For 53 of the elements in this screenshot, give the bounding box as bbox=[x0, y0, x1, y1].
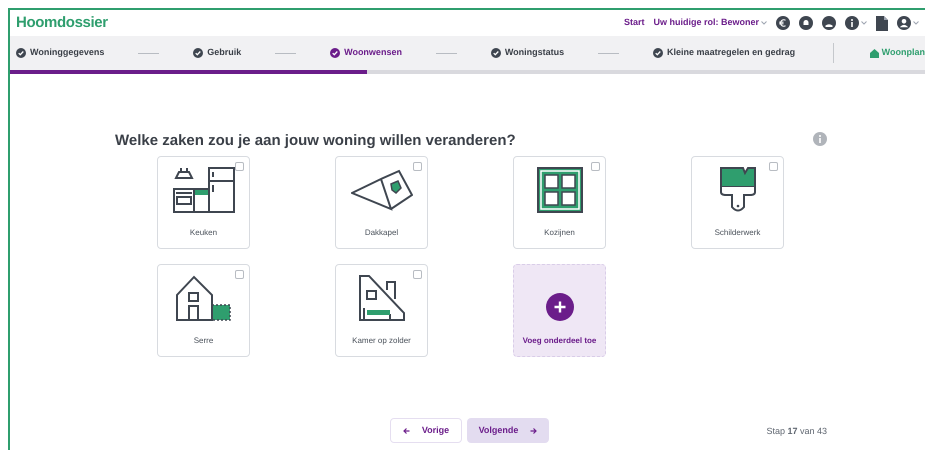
option-card[interactable]: Serre bbox=[157, 264, 250, 357]
option-card[interactable]: Schilderwerk bbox=[691, 156, 784, 249]
option-label: Kamer op zolder bbox=[352, 335, 411, 347]
caret-icon bbox=[861, 21, 867, 25]
euro-icon[interactable] bbox=[776, 16, 790, 30]
kitchen-icon bbox=[172, 167, 234, 213]
step-counter: Stap 17 van 43 bbox=[766, 425, 827, 438]
check-icon bbox=[330, 48, 340, 58]
option-label: Keuken bbox=[190, 227, 218, 239]
step-tab[interactable]: Gebruik bbox=[207, 46, 242, 60]
caret-icon bbox=[913, 21, 919, 25]
arrow-right-icon bbox=[530, 428, 538, 434]
attic-room-icon bbox=[358, 275, 404, 321]
next-button[interactable]: Volgende bbox=[467, 418, 549, 443]
check-icon bbox=[490, 48, 501, 58]
window-frame-icon bbox=[536, 167, 582, 213]
caret-icon bbox=[761, 21, 767, 25]
option-label: Schilderwerk bbox=[714, 227, 760, 239]
info-icon[interactable] bbox=[845, 16, 859, 30]
option-label: Serre bbox=[194, 335, 214, 347]
plus-icon bbox=[546, 293, 574, 321]
add-part-label: Voeg onderdeel toe bbox=[522, 335, 596, 347]
add-part-card[interactable]: Voeg onderdeel toe bbox=[513, 264, 606, 357]
check-icon bbox=[193, 48, 204, 58]
previous-button[interactable]: Vorige bbox=[390, 418, 462, 443]
option-card[interactable]: Kozijnen bbox=[513, 156, 606, 249]
checkbox[interactable] bbox=[235, 162, 244, 171]
start-link[interactable]: Start bbox=[624, 16, 644, 30]
dormer-roof-icon bbox=[350, 167, 412, 213]
check-icon bbox=[16, 48, 26, 58]
option-card[interactable]: Dakkapel bbox=[335, 156, 428, 249]
checkbox[interactable] bbox=[413, 270, 422, 279]
checkbox[interactable] bbox=[591, 162, 600, 171]
step-tab[interactable]: Woningstatus bbox=[504, 46, 564, 60]
option-card[interactable]: Keuken bbox=[157, 156, 250, 249]
question-title: Welke zaken zou je aan jouw woning willen veranderen? bbox=[115, 131, 516, 151]
option-card[interactable]: Kamer op zolder bbox=[335, 264, 428, 357]
checkbox[interactable] bbox=[769, 162, 778, 171]
arrow-left-icon bbox=[402, 428, 410, 434]
paintbrush-icon bbox=[720, 167, 756, 213]
step-tab[interactable]: Kleine maatregelen en gedrag bbox=[667, 46, 796, 60]
document-icon[interactable] bbox=[876, 16, 888, 30]
option-label: Dakkapel bbox=[364, 227, 398, 239]
check-icon bbox=[653, 48, 664, 58]
house-conservatory-icon bbox=[176, 275, 232, 321]
checkbox[interactable] bbox=[413, 162, 422, 171]
step-tab[interactable]: Woonwensen bbox=[344, 46, 402, 60]
step-tab[interactable]: Woninggegevens bbox=[30, 46, 104, 60]
option-label: Kozijnen bbox=[544, 227, 575, 239]
checkbox[interactable] bbox=[235, 270, 244, 279]
role-dropdown[interactable]: Uw huidige rol: Bewoner bbox=[653, 16, 759, 30]
house-icon bbox=[870, 48, 879, 58]
user-icon[interactable] bbox=[897, 16, 911, 30]
